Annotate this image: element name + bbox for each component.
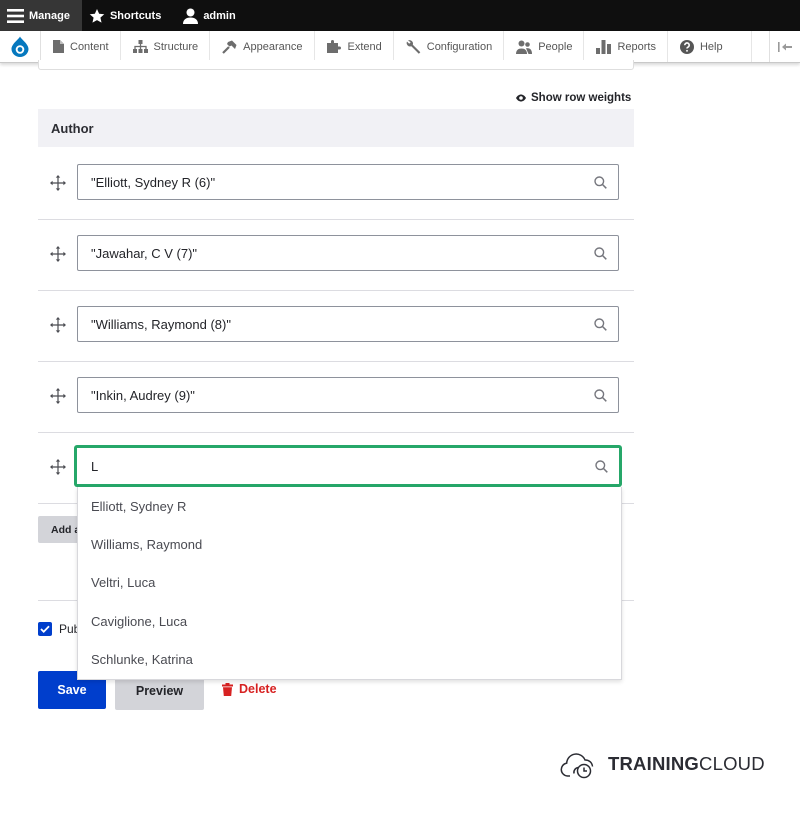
drag-handle-icon[interactable] [50,246,66,262]
trash-icon [222,682,233,696]
search-icon [594,388,607,402]
show-row-weights-link[interactable]: Show row weights [516,92,631,104]
author-autocomplete-field-focused[interactable]: L [75,446,621,486]
cloud-logo-icon [560,753,594,779]
author-row: "Elliott, Sydney R (6)" [38,148,634,220]
preview-label: Preview [135,683,184,698]
author-field-value[interactable]: "Elliott, Sydney R (6)" [91,175,594,190]
author-header-label: Author [51,120,94,136]
tray-label-configuration: Configuration [426,40,493,53]
brand-regular: CLOUD [699,753,765,774]
user-tab[interactable]: admin [171,0,245,31]
autocomplete-dropdown: Elliott, Sydney R Williams, Raymond Velt… [77,487,622,680]
tray-label-reports: Reports [617,40,656,53]
autocomplete-option[interactable]: Caviglione, Luca [78,602,621,640]
collapse-arrow-icon [778,41,792,52]
extend-icon [326,40,341,53]
drupal-drop-icon [11,36,29,57]
autocomplete-option[interactable]: Williams, Raymond [78,525,621,563]
star-icon [89,8,105,23]
author-field-value[interactable]: "Jawahar, C V (7)" [91,246,594,261]
trainingcloud-logo: TRAININGCLOUD [560,749,765,779]
eye-icon [516,94,526,102]
author-autocomplete-field[interactable]: "Williams, Raymond (8)" [77,306,619,342]
configuration-icon [406,40,421,54]
author-autocomplete-field[interactable]: "Inkin, Audrey (9)" [77,377,619,413]
manage-tab[interactable]: Manage [0,0,82,31]
tray-label-appearance: Appearance [243,40,303,53]
appearance-icon [222,40,237,54]
author-row: "Williams, Raymond (8)" [38,290,634,362]
published-checkbox-group: Pub [38,622,80,636]
tray-item-structure[interactable]: Structure [121,31,211,62]
tray-label-structure: Structure [153,40,199,53]
tray-item-people[interactable]: People [504,31,585,62]
admin-toolbar: Manage Shortcuts admin [0,0,800,31]
checkmark-icon [40,625,50,633]
author-row: "Inkin, Audrey (9)" [38,361,634,433]
tray-item-help[interactable]: Help [668,31,752,62]
show-row-weights-label: Show row weights [531,92,632,104]
tray-label-content: Content [70,40,109,53]
search-icon [594,317,607,331]
save-label: Save [57,683,87,697]
drag-handle-icon[interactable] [50,175,66,191]
published-checkbox[interactable] [38,622,52,636]
structure-icon [132,40,148,53]
delete-label: Delete [239,682,277,696]
hamburger-icon [7,8,24,23]
autocomplete-option[interactable]: Schlunke, Katrina [78,640,621,678]
author-field-value[interactable]: L [91,459,595,474]
drag-handle-icon[interactable] [50,317,66,333]
add-button-label: Add a [51,523,81,536]
author-autocomplete-field[interactable]: "Jawahar, C V (7)" [77,235,619,271]
user-label: admin [203,9,236,22]
user-icon [183,8,199,24]
search-icon [594,246,607,260]
tray-item-reports[interactable]: Reports [584,31,668,62]
shortcuts-tab[interactable]: Shortcuts [82,0,171,31]
tray-label-extend: Extend [347,40,382,53]
content-icon [53,40,64,53]
previous-field-box [38,60,634,70]
author-row: "Jawahar, C V (7)" [38,219,634,291]
autocomplete-option[interactable]: Veltri, Luca [78,564,621,602]
shortcuts-label: Shortcuts [109,9,162,22]
admin-tray: Content Structure Appearance Extend Conf… [0,31,800,63]
author-field-value[interactable]: "Inkin, Audrey (9)" [91,388,594,403]
drag-handle-icon[interactable] [50,459,66,475]
help-icon [679,39,694,54]
drupal-logo[interactable] [0,31,41,62]
author-table-header: Author [38,109,634,147]
brand-name: TRAININGCLOUD [608,753,765,775]
drag-handle-icon[interactable] [50,388,66,404]
tray-orientation-toggle[interactable] [769,31,800,62]
autocomplete-option[interactable]: Elliott, Sydney R [78,487,621,525]
search-icon [595,459,608,473]
tray-item-extend[interactable]: Extend [315,31,394,62]
author-field-value[interactable]: "Williams, Raymond (8)" [91,317,594,332]
tray-label-people: People [538,40,573,53]
author-autocomplete-field[interactable]: "Elliott, Sydney R (6)" [77,164,619,200]
tray-item-content[interactable]: Content [41,31,121,62]
tray-item-configuration[interactable]: Configuration [394,31,505,62]
brand-bold: TRAINING [608,753,700,774]
people-icon [516,40,533,54]
reports-icon [596,39,612,54]
tray-label-help: Help [699,40,723,53]
search-icon [594,175,607,189]
delete-link[interactable]: Delete [222,682,277,696]
manage-label: Manage [29,9,70,22]
tray-item-appearance[interactable]: Appearance [210,31,315,62]
